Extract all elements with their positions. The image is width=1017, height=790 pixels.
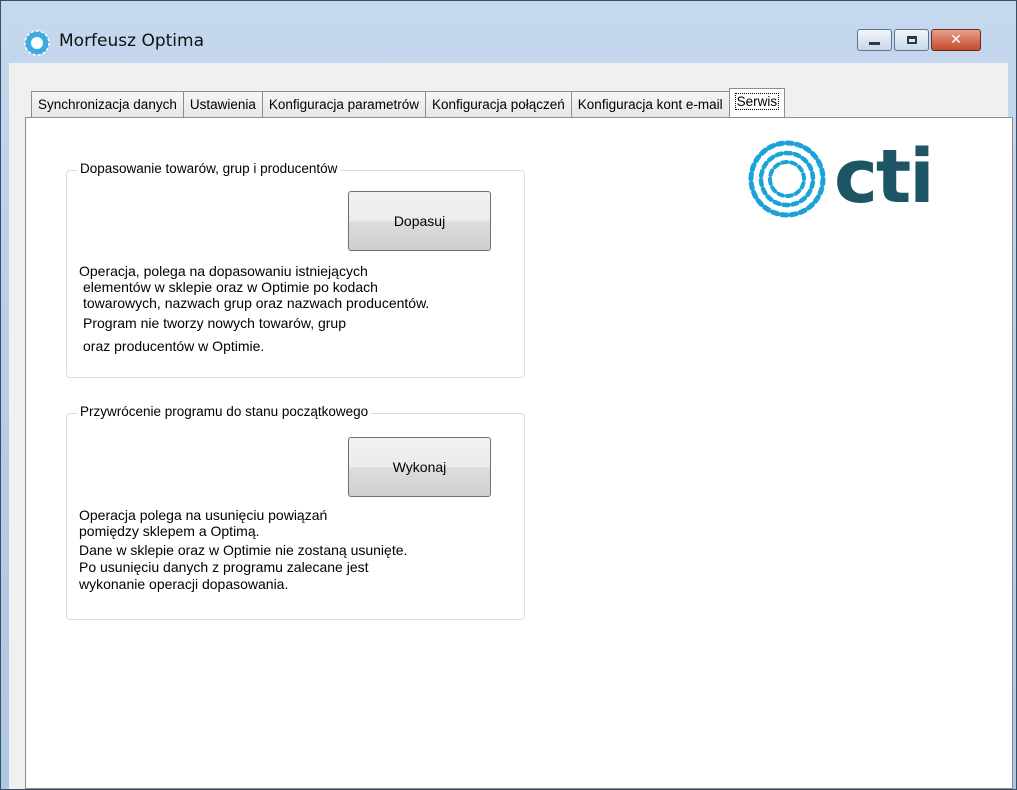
tab-synchronizacja[interactable]: Synchronizacja danych xyxy=(31,91,184,117)
app-logo-icon xyxy=(24,30,50,56)
reset-description-4: Po usunięciu danych z programu zalecane … xyxy=(79,559,369,575)
close-icon: ✕ xyxy=(950,32,962,48)
logo-segment xyxy=(748,180,755,191)
logo-segment xyxy=(809,151,819,160)
match-description-3: towarowych, nazwach grup oraz nazwach pr… xyxy=(83,295,430,311)
logo-segment xyxy=(806,162,814,172)
tab-label: Konfiguracja parametrów xyxy=(268,97,419,112)
tab-label: Konfiguracja kont e-mail xyxy=(577,97,723,112)
logo-segment xyxy=(802,145,812,154)
logo-segment xyxy=(766,143,777,151)
logo-segment xyxy=(812,194,821,204)
logo-segment xyxy=(774,151,784,158)
match-group-title: Dopasowanie towarów, grup i producentów xyxy=(77,161,341,176)
logo-segment xyxy=(759,147,768,157)
logo-segment xyxy=(762,204,772,213)
dopasuj-button[interactable]: Dopasuj xyxy=(348,191,491,251)
reset-description-1: Operacja polega na usunięciu powiązań xyxy=(79,507,328,523)
logo-segment xyxy=(772,162,781,170)
logo-segment xyxy=(768,168,775,177)
logo-segment xyxy=(772,199,782,207)
logo-segment xyxy=(758,168,765,179)
logo-segment xyxy=(755,198,765,207)
logo-segment xyxy=(790,200,800,207)
logo-segment xyxy=(761,160,769,170)
match-description-1: Operacja, polega na dopasowaniu istnieją… xyxy=(79,263,368,279)
minimize-icon xyxy=(869,42,880,45)
tab-label: Konfiguracja połączeń xyxy=(431,97,565,112)
logo-segment xyxy=(796,164,804,173)
logo-segment xyxy=(819,167,826,178)
logo-segment xyxy=(805,188,813,198)
logo-segment xyxy=(760,186,768,196)
logo-segment xyxy=(749,162,757,173)
tab-label: Ustawienia xyxy=(189,97,256,112)
match-description-5: oraz producentów w Optimie. xyxy=(83,338,265,354)
wykonaj-label: Wykonaj xyxy=(392,459,447,475)
app-window: Morfeusz Optima ✕ Synchronizacja danych … xyxy=(0,0,1017,790)
logo-segment xyxy=(765,194,774,203)
logo-segment xyxy=(809,179,816,190)
logo-segment xyxy=(767,176,773,186)
logo-segment xyxy=(770,209,781,217)
logo-segment xyxy=(789,160,798,167)
match-description-2: elementów w sklepie oraz w Optimie po ko… xyxy=(83,279,378,295)
logo-segment xyxy=(753,154,762,164)
tab-label: Synchronizacja danych xyxy=(38,97,177,112)
logo-segment xyxy=(792,151,802,159)
logo-segment xyxy=(758,177,764,188)
logo-segment xyxy=(766,154,776,163)
logo-segment xyxy=(806,201,815,211)
title-bar[interactable]: Morfeusz Optima ✕ xyxy=(1,1,1016,63)
maximize-icon xyxy=(906,36,917,44)
reset-group: Przywrócenie programu do stanu początkow… xyxy=(66,404,525,620)
tab-konfiguracja-parametrow[interactable]: Konfiguracja parametrów xyxy=(261,91,426,117)
logo-segment xyxy=(793,141,804,149)
logo-segment xyxy=(788,211,799,218)
logo-segment xyxy=(810,170,816,181)
logo-segment xyxy=(800,155,809,164)
tab-konfiguracja-polaczen[interactable]: Konfiguracja połączeń xyxy=(424,91,572,117)
logo-segment xyxy=(815,158,823,169)
dopasuj-label: Dopasuj xyxy=(393,213,446,229)
reset-description-5: wykonanie operacji dopasowania. xyxy=(79,576,289,592)
logo-segment xyxy=(770,185,778,194)
logo-segments xyxy=(748,140,826,218)
tab-serwis[interactable]: Serwis xyxy=(728,88,786,117)
cti-logo: cti xyxy=(744,134,935,227)
logo-segment xyxy=(776,191,785,198)
tab-konfiguracja-kont-email[interactable]: Konfiguracja kont e-mail xyxy=(570,91,730,117)
logo-segment xyxy=(775,140,786,147)
cti-logo-icon xyxy=(748,140,826,218)
logo-segment xyxy=(784,193,794,199)
logo-segment xyxy=(751,189,759,200)
match-description-4: Program nie tworzy nowych towarów, grup xyxy=(83,315,346,331)
tab-label: Serwis xyxy=(734,93,780,110)
match-group: Dopasowanie towarów, grup i producentów … xyxy=(66,161,525,378)
reset-group-title: Przywrócenie programu do stanu początkow… xyxy=(77,404,372,419)
logo-segment xyxy=(801,172,807,182)
reset-description-3: Dane w sklepie oraz w Optimie nie zostan… xyxy=(79,542,408,558)
wykonaj-button[interactable]: Wykonaj xyxy=(348,437,491,497)
logo-segment xyxy=(797,207,808,215)
window-title: Morfeusz Optima xyxy=(59,31,204,51)
reset-description-2: pomiędzy sklepem a Optimą. xyxy=(79,523,260,539)
logo-segment xyxy=(817,185,825,196)
logo-segment xyxy=(798,195,808,204)
minimize-button[interactable] xyxy=(857,29,892,51)
logo-segment xyxy=(799,181,806,190)
maximize-button[interactable] xyxy=(894,29,929,51)
tab-page-serwis: cti Dopasowanie towarów, grup i producen… xyxy=(25,117,1013,789)
logo-segment xyxy=(780,159,790,165)
close-button[interactable]: ✕ xyxy=(931,29,981,51)
logo-segment xyxy=(793,188,802,196)
logo-text: cti xyxy=(834,134,935,220)
tab-strip: Synchronizacja danych Ustawienia Konfigu… xyxy=(31,88,786,117)
tab-ustawienia[interactable]: Ustawienia xyxy=(182,91,263,117)
